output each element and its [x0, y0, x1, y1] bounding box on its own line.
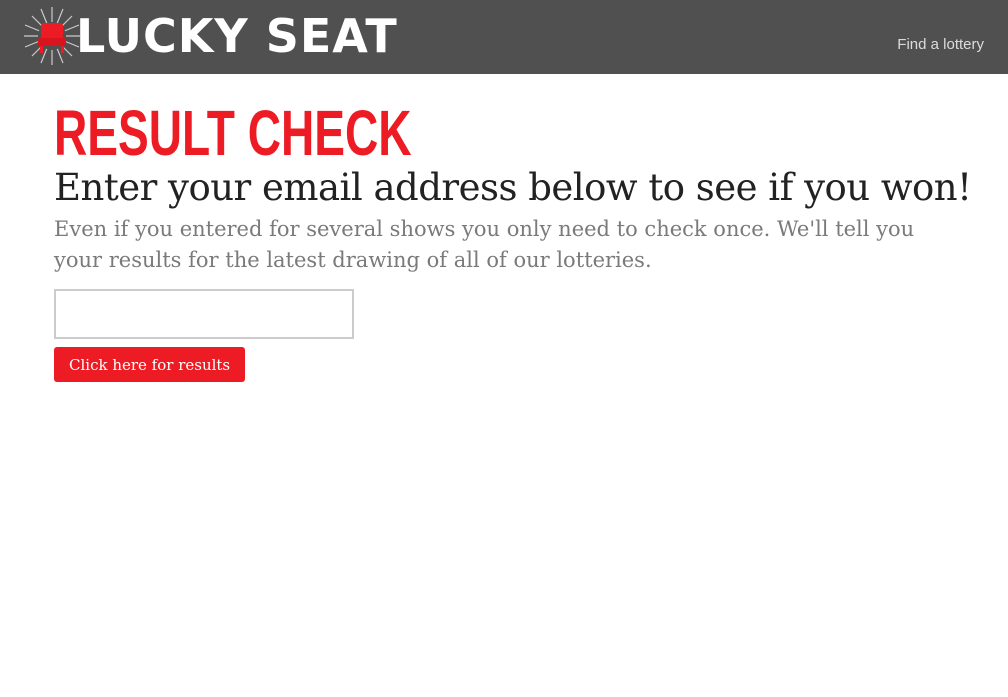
check-results-button[interactable]: Click here for results [54, 347, 246, 382]
page-description: Even if you entered for several shows yo… [54, 217, 915, 272]
result-check-section: RESULT CHECK Enter your email address be… [54, 97, 972, 382]
lucky-seat-logo[interactable]: LUCKY SEAT [22, 5, 397, 67]
logo-text: LUCKY SEAT [76, 9, 398, 63]
email-input[interactable] [54, 289, 354, 339]
page-subtitle: Enter your email address below to see if… [54, 166, 972, 209]
seat-starburst-icon [24, 7, 80, 65]
top-navbar: LUCKY SEAT Find a lottery [0, 0, 1008, 74]
find-a-lottery-link[interactable]: Find a lottery [897, 36, 984, 53]
page-title: RESULT CHECK [54, 97, 412, 169]
